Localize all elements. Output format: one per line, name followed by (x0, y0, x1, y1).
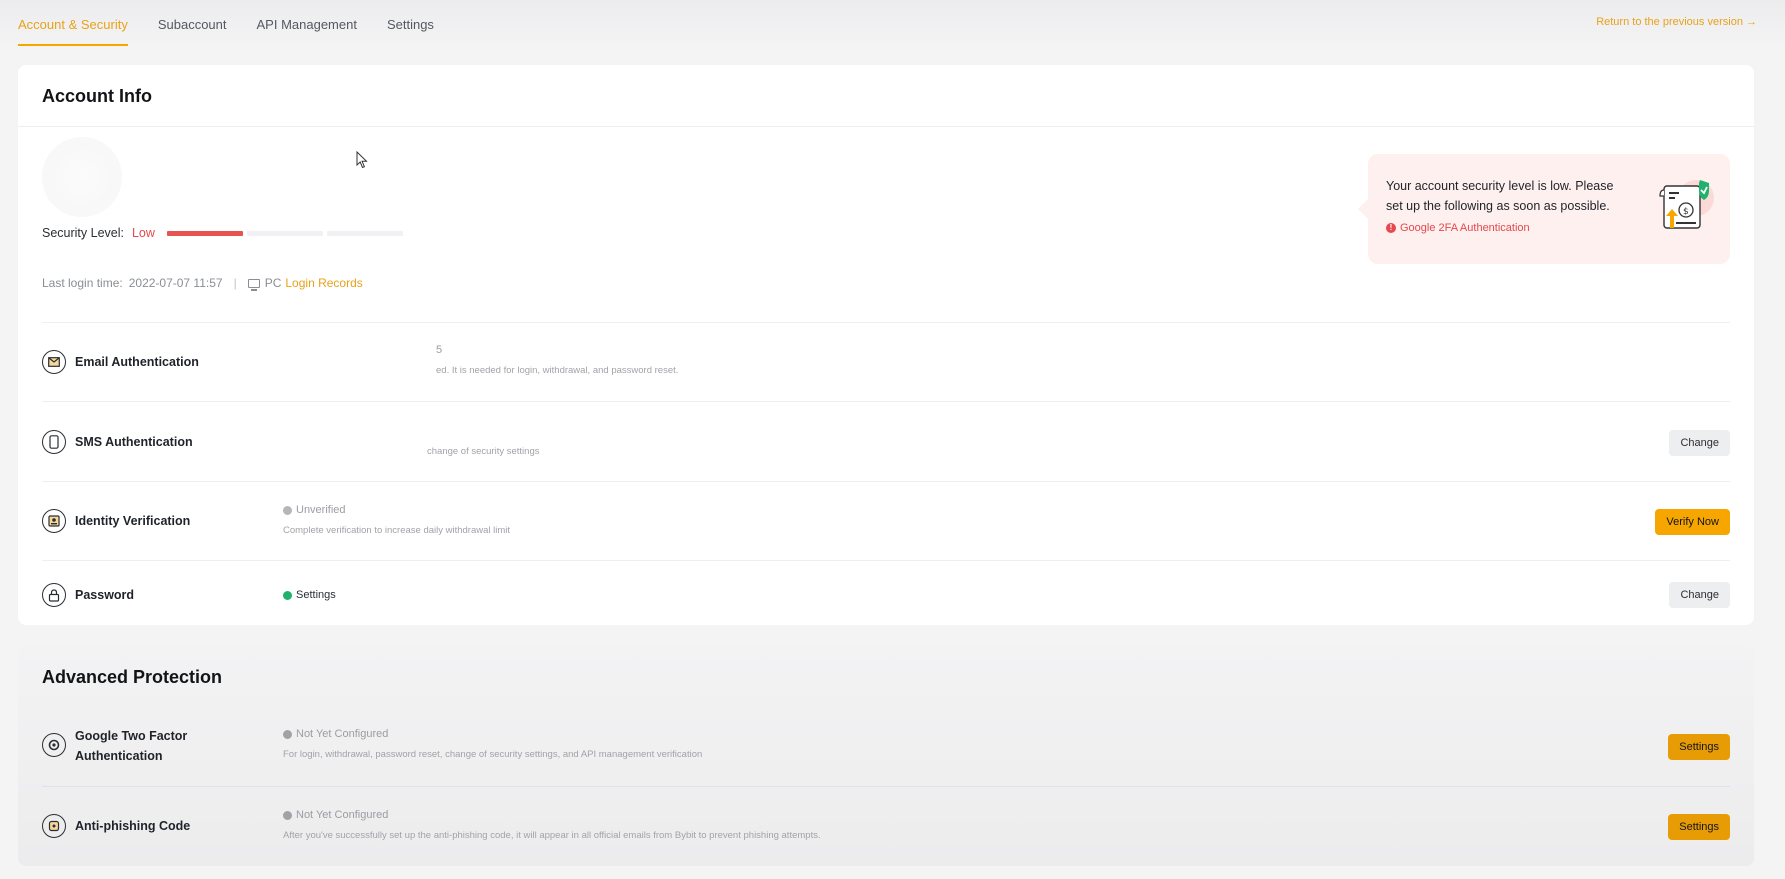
sms-description: change of security settings (427, 446, 540, 457)
email-authentication-row: Email Authentication 5 ed. It is needed … (42, 322, 1730, 401)
google-2fa-status-text: Not Yet Configured (296, 728, 389, 740)
password-label: Password (75, 588, 135, 602)
tab-account-security[interactable]: Account & Security (18, 2, 128, 46)
identity-verification-label: Identity Verification (75, 514, 191, 528)
security-level-label: Security Level: (42, 226, 124, 240)
sms-change-button[interactable]: Change (1669, 430, 1730, 456)
anti-phishing-status-text: Not Yet Configured (296, 809, 389, 821)
account-info-title: Account Info (42, 86, 152, 106)
separator: | (233, 276, 237, 290)
phone-icon (42, 430, 66, 454)
avatar[interactable] (42, 137, 122, 217)
security-bar-segment-1 (166, 230, 243, 236)
security-illustration-icon: $ (1659, 180, 1714, 229)
id-card-icon (42, 509, 66, 533)
email-authentication-label: Email Authentication (75, 355, 199, 369)
advanced-protection-title: Advanced Protection (42, 667, 223, 687)
security-level-value: Low (131, 226, 155, 240)
security-level: Security Level: Low (42, 226, 407, 240)
google-2fa-row: Google Two Factor Authentication Not Yet… (42, 706, 1730, 786)
status-dot-icon (283, 810, 292, 820)
security-alert-text: Your account security level is low. Plea… (1386, 179, 1614, 213)
security-bar-segment-3 (326, 230, 403, 236)
password-change-button[interactable]: Change (1669, 582, 1730, 608)
email-icon (42, 350, 66, 374)
status-dot-icon (283, 729, 292, 739)
error-icon: ! (1386, 223, 1396, 233)
divider (18, 126, 1754, 127)
anti-phishing-settings-button[interactable]: Settings (1668, 814, 1730, 840)
tab-api-management[interactable]: API Management (257, 2, 357, 46)
password-row: Password Settings Change (42, 560, 1730, 625)
status-dot-icon (283, 590, 292, 600)
monitor-icon (247, 278, 260, 291)
lock-icon (42, 583, 66, 607)
verify-now-button[interactable]: Verify Now (1655, 509, 1730, 535)
return-previous-version-link[interactable]: Return to the previous version → (1596, 16, 1757, 28)
last-login-value: 2022-07-07 11:57 (128, 276, 223, 290)
google-2fa-settings-button[interactable]: Settings (1668, 734, 1730, 760)
anti-phishing-description: After you've successfully set up the ant… (283, 830, 821, 841)
account-info-card: Account Info Security Level: Low Last lo… (18, 65, 1754, 625)
login-records-link[interactable]: Login Records (285, 276, 362, 290)
top-nav: Account & Security Subaccount API Manage… (0, 0, 1785, 48)
google-2fa-label: Google Two Factor Authentication (75, 726, 187, 766)
sms-authentication-label: SMS Authentication (75, 435, 193, 449)
anti-phishing-icon (42, 814, 66, 838)
tab-subaccount[interactable]: Subaccount (158, 2, 227, 46)
google-2fa-status: Not Yet Configured (283, 728, 388, 740)
email-status: 5 (436, 344, 443, 356)
identity-verification-row: Identity Verification Unverified Complet… (42, 481, 1730, 560)
anti-phishing-label: Anti-phishing Code (75, 819, 191, 833)
anti-phishing-status: Not Yet Configured (283, 809, 388, 821)
tab-settings[interactable]: Settings (387, 2, 434, 46)
mouse-cursor-icon (356, 151, 368, 169)
identity-description: Complete verification to increase daily … (283, 525, 511, 536)
sms-authentication-row: SMS Authentication change of security se… (42, 401, 1730, 481)
password-status: Settings (283, 589, 336, 601)
anti-phishing-row: Anti-phishing Code Not Yet Configured Af… (42, 786, 1730, 866)
identity-status-text: Unverified (296, 504, 346, 516)
last-login-info: Last login time: 2022-07-07 11:57 | PC L… (42, 276, 363, 291)
security-alert: Your account security level is low. Plea… (1368, 154, 1730, 264)
google-2fa-description: For login, withdrawal, password reset, c… (283, 749, 703, 760)
password-status-text: Settings (296, 589, 336, 601)
status-dot-icon (283, 505, 292, 515)
google-2fa-label-line2: Authentication (75, 749, 163, 763)
google-2fa-label-line1: Google Two Factor (75, 729, 188, 743)
security-bar-segment-2 (246, 230, 323, 236)
last-login-label: Last login time: (42, 276, 123, 290)
security-level-bar (166, 230, 407, 236)
alert-item-label: Google 2FA Authentication (1400, 222, 1530, 234)
login-device: PC (264, 276, 282, 290)
email-description: ed. It is needed for login, withdrawal, … (436, 365, 679, 376)
identity-status: Unverified (283, 504, 346, 516)
google-authenticator-icon (42, 733, 66, 757)
svg-text:$: $ (1683, 207, 1689, 217)
advanced-protection-card: Advanced Protection Google Two Factor Au… (18, 646, 1754, 866)
